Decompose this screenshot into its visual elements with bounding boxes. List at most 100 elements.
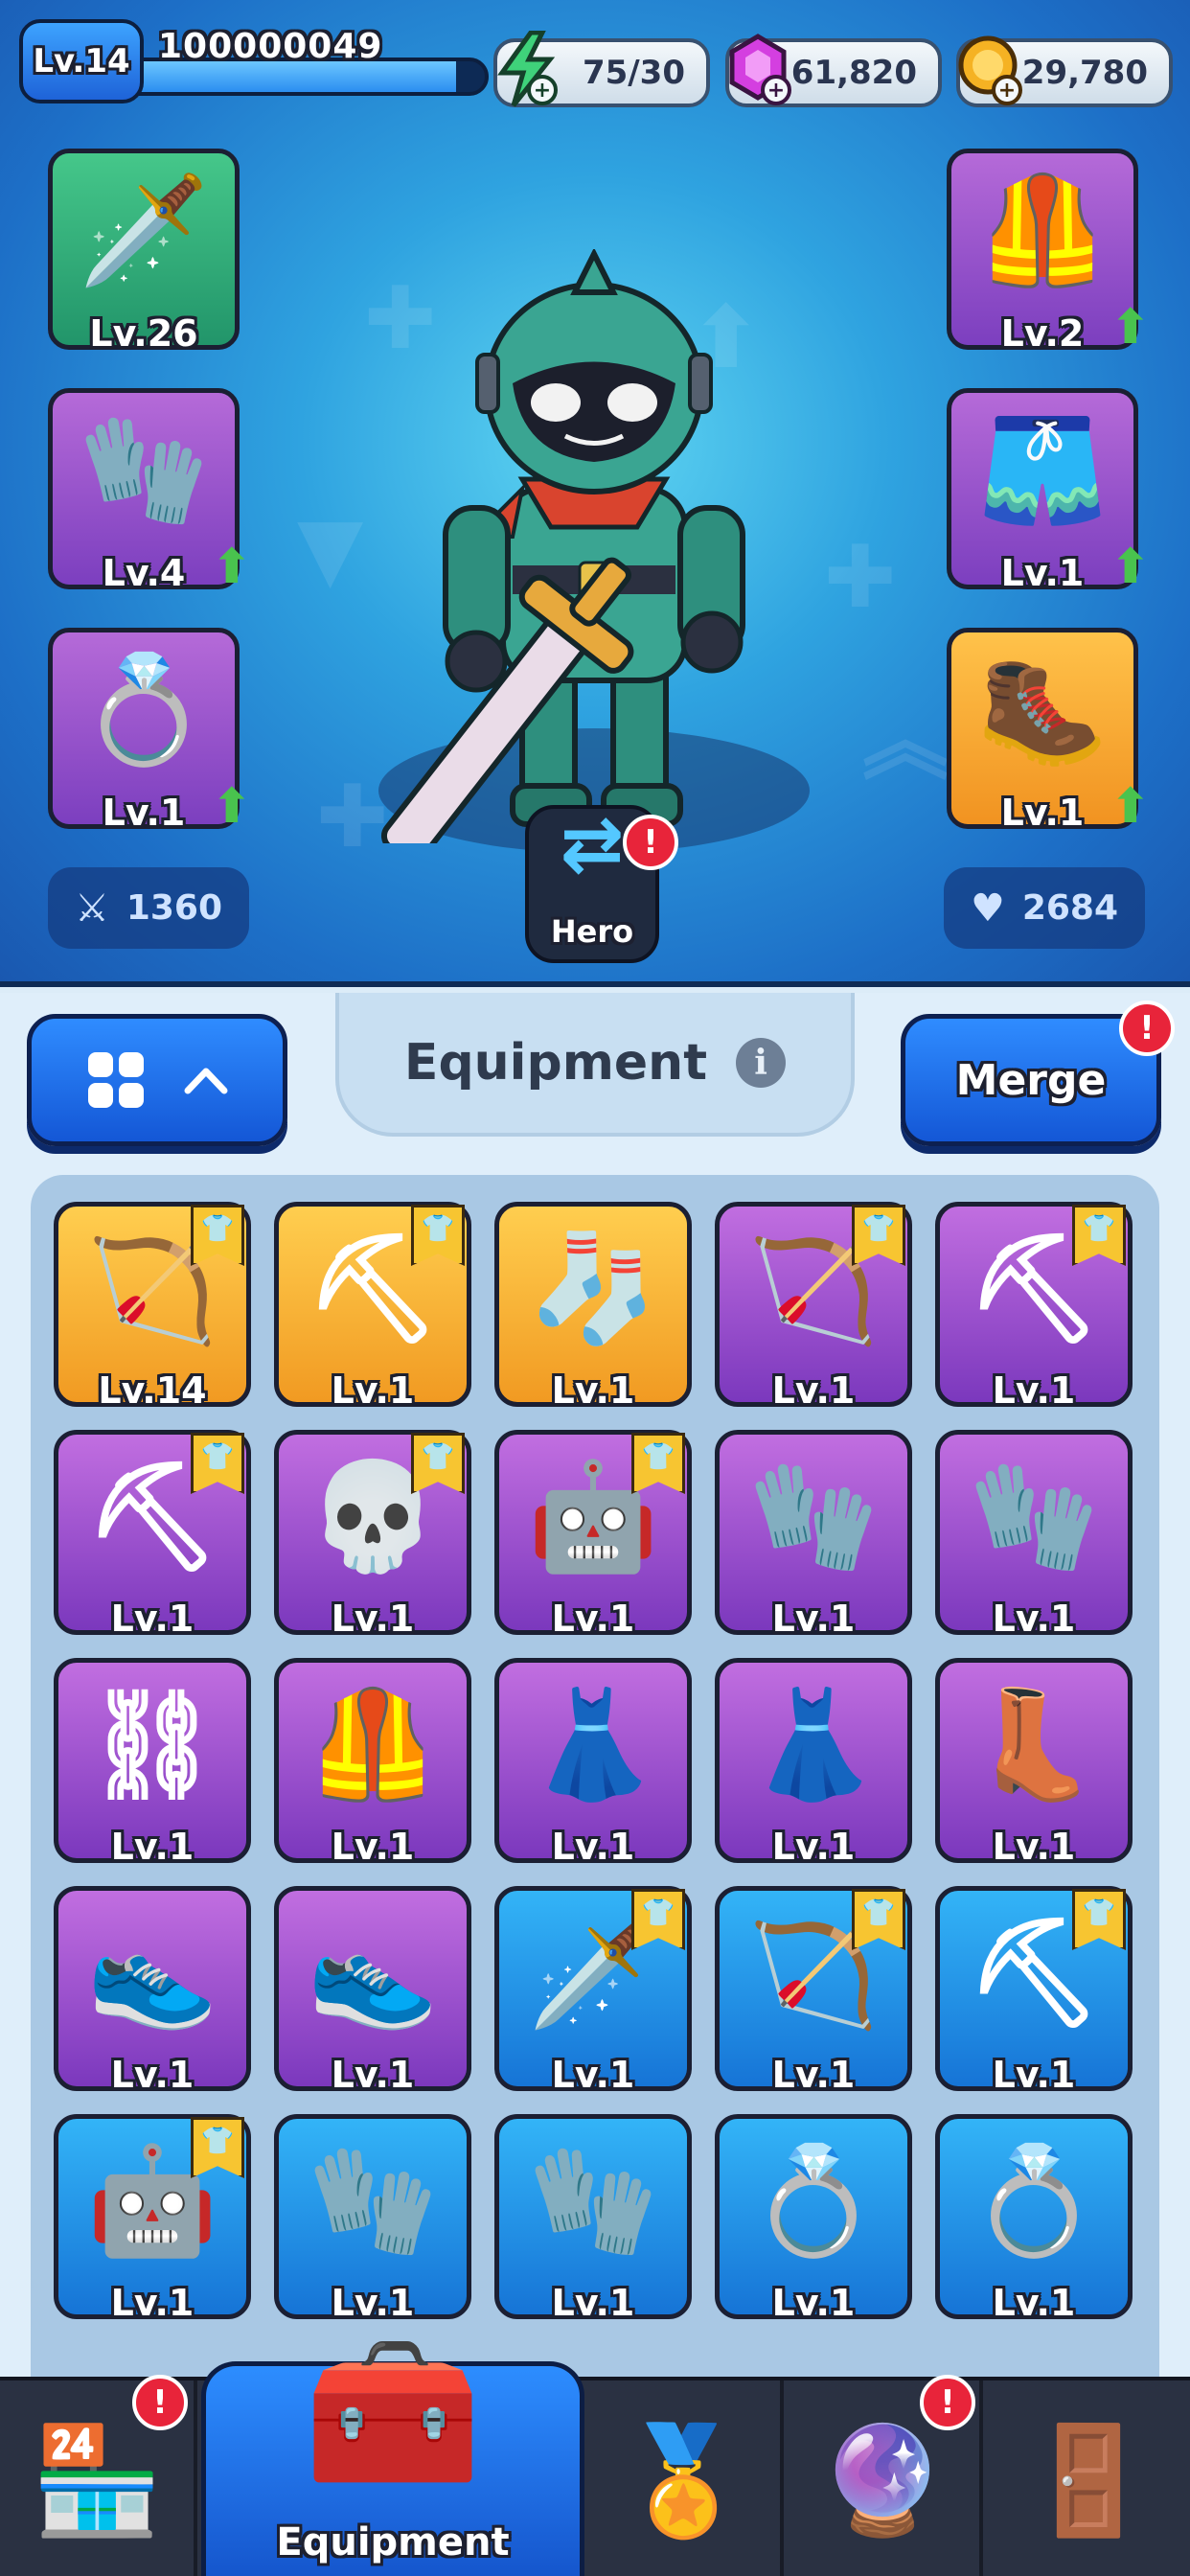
inventory-item[interactable]: 👢 Lv.1 [935, 1658, 1133, 1868]
upgrade-arrow-icon: ⬆ [1110, 299, 1151, 355]
inventory-item[interactable]: 🧤 Lv.1 [494, 2114, 692, 2324]
energy-counter[interactable]: + 75/30 [493, 31, 710, 107]
item-level: Lv.1 [551, 2282, 635, 2324]
upgrade-arrow-icon: ⬆ [212, 539, 252, 594]
player-level-badge: Lv.14 [19, 19, 144, 104]
svg-text:+: + [998, 79, 1016, 103]
portal-orb-icon: 🔮 [816, 2418, 949, 2542]
coin-value: 29,780 [1021, 54, 1148, 92]
hero-character [380, 249, 745, 843]
portal-alert-badge: ! [920, 2375, 975, 2430]
gem-icon: + [721, 31, 794, 107]
equipped-ring-slot[interactable]: 💍 Lv.1 ⬆ [48, 628, 252, 834]
upgrade-arrow-icon: ⬆ [212, 778, 252, 834]
background-triangle-icon: ▼ [297, 498, 364, 599]
weapon-level: Lv.26 [89, 312, 198, 355]
inventory-item[interactable]: 🧤 Lv.1 [715, 1430, 912, 1640]
inventory-item[interactable]: 🧦 Lv.1 [494, 1202, 692, 1412]
inventory-item[interactable]: 👗 Lv.1 [715, 1658, 912, 1868]
ring-level: Lv.1 [102, 792, 186, 834]
gem-counter[interactable]: + 61,820 [725, 34, 942, 107]
svg-text:+: + [534, 79, 551, 103]
item-level: Lv.1 [992, 2282, 1076, 2324]
boot-icon: 🥾 [976, 648, 1109, 770]
inventory-item[interactable]: 🧤 Lv.1 [274, 2114, 471, 2324]
item-level: Lv.1 [771, 1826, 856, 1868]
health-value: 2684 [1021, 888, 1119, 928]
equipped-armor-slot[interactable]: 🦺 Lv.2 ⬆ [947, 149, 1151, 355]
inventory-item[interactable]: 🤖 Lv.1 👕 [494, 1430, 692, 1640]
shop-icon: 🏪 [31, 2418, 163, 2542]
equipped-boots-slot[interactable]: 🥾 Lv.1 ⬆ [947, 628, 1151, 834]
nav-ranking[interactable]: 🏅 [586, 2380, 784, 2576]
inventory-item[interactable]: 🦺 Lv.1 [274, 1658, 471, 1868]
inventory-item[interactable]: ⛏ Lv.1 👕 [274, 1202, 471, 1412]
pants-icon: 🩳 [976, 408, 1109, 531]
item-level: Lv.1 [110, 2282, 195, 2324]
item-level: Lv.1 [551, 2054, 635, 2096]
svg-text:+: + [767, 79, 785, 103]
sort-filter-button[interactable] [27, 1014, 287, 1146]
inventory-item[interactable]: ⛏ Lv.1 👕 [935, 1202, 1133, 1412]
inventory-item[interactable]: ⛓ Lv.1 [54, 1658, 251, 1868]
inventory-item[interactable]: 👗 Lv.1 [494, 1658, 692, 1868]
hero-button-label: Hero [550, 913, 634, 950]
equipped-gloves-slot[interactable]: 🧤 Lv.4 ⬆ [48, 388, 252, 594]
treasure-chest-icon: 🧰 [303, 2329, 483, 2496]
inventory-item[interactable]: 💍 Lv.1 [715, 2114, 912, 2324]
item-level: Lv.1 [771, 1369, 856, 1412]
nav-equipment[interactable]: 🧰 Equipment [201, 2329, 584, 2576]
glove-icon: 🧤 [78, 408, 210, 531]
equipped-weapon-slot[interactable]: 🗡️ Lv.26 [48, 149, 240, 355]
item-level: Lv.1 [331, 2282, 415, 2324]
item-level: Lv.1 [110, 1826, 195, 1868]
hero-area: ✚ ⬆ ✚ ︽ ▼ ✚ Lv.14 100000049 + 75/30 + 61… [0, 0, 1190, 987]
item-level: Lv.1 [992, 1598, 1076, 1640]
heart-icon: ♥ [970, 886, 1005, 931]
inventory-item[interactable]: 🏹 Lv.1 👕 [715, 1202, 912, 1412]
background-plus-icon: ✚ [824, 527, 897, 628]
gloves-level: Lv.4 [102, 552, 186, 594]
inventory-item[interactable]: 👟 Lv.1 [54, 1886, 251, 2096]
inventory-item[interactable]: 🏹 Lv.14 👕 [54, 1202, 251, 1412]
attack-stat: ⚔ 1360 [48, 867, 249, 949]
hero-alert-badge: ! [623, 815, 678, 870]
player-level-bar[interactable]: Lv.14 100000049 [19, 19, 489, 105]
inventory-item[interactable]: 💍 Lv.1 [935, 2114, 1133, 2324]
equipped-pants-slot[interactable]: 🩳 Lv.1 ⬆ [947, 388, 1151, 594]
inventory-item[interactable]: 👟 Lv.1 [274, 1886, 471, 2096]
item-level: Lv.1 [331, 1826, 415, 1868]
nav-gate[interactable]: 🚪 [987, 2380, 1190, 2576]
grid-icon [88, 1052, 144, 1108]
item-level: Lv.1 [771, 2282, 856, 2324]
inventory-item[interactable]: 🏹 Lv.1 👕 [715, 1886, 912, 2096]
inventory-item[interactable]: ⛏ Lv.1 👕 [54, 1430, 251, 1640]
player-id: 100000049 [158, 27, 383, 66]
inventory-item[interactable]: 💀 Lv.1 👕 [274, 1430, 471, 1640]
sword-icon: 🗡️ [78, 169, 210, 291]
item-level: Lv.1 [331, 1369, 415, 1412]
inventory-item[interactable]: 🤖 Lv.1 👕 [54, 2114, 251, 2324]
equipment-panel: Equipment i Merge ! 🏹 Lv.14 👕 ⛏ Lv.1 👕 🧦 Lv.1 🏹 L… [0, 993, 1190, 2421]
inventory-item[interactable]: ⛏ Lv.1 👕 [935, 1886, 1133, 2096]
armor-level: Lv.2 [1000, 312, 1085, 355]
item-level: Lv.14 [98, 1369, 207, 1412]
item-level: Lv.1 [551, 1598, 635, 1640]
health-stat: ♥ 2684 [944, 867, 1145, 949]
item-level: Lv.1 [551, 1369, 635, 1412]
ring-icon: 💍 [78, 648, 210, 770]
bottom-navigation: 🏪 ! 🧰 Equipment 🏅 🔮 ! 🚪 [0, 2329, 1190, 2576]
item-level: Lv.1 [992, 1826, 1076, 1868]
item-level: Lv.1 [771, 1598, 856, 1640]
coin-counter[interactable]: + 29,780 [956, 35, 1173, 107]
item-level: Lv.1 [992, 2054, 1076, 2096]
boots-level: Lv.1 [1000, 792, 1085, 834]
info-icon[interactable]: i [736, 1038, 787, 1088]
upgrade-arrow-icon: ⬆ [1110, 778, 1151, 834]
inventory-item[interactable]: 🗡️ Lv.1 👕 [494, 1886, 692, 2096]
lightning-icon: + [490, 31, 562, 107]
door-icon: 🚪 [1022, 2418, 1155, 2542]
inventory-grid: 🏹 Lv.14 👕 ⛏ Lv.1 👕 🧦 Lv.1 🏹 Lv.1 👕 ⛏ Lv.1 👕 ⛏ Lv.1 👕 💀 Lv.… [54, 1202, 1133, 2324]
hero-swap-icon: ⇄ [560, 799, 625, 888]
inventory-item[interactable]: 🧤 Lv.1 [935, 1430, 1133, 1640]
